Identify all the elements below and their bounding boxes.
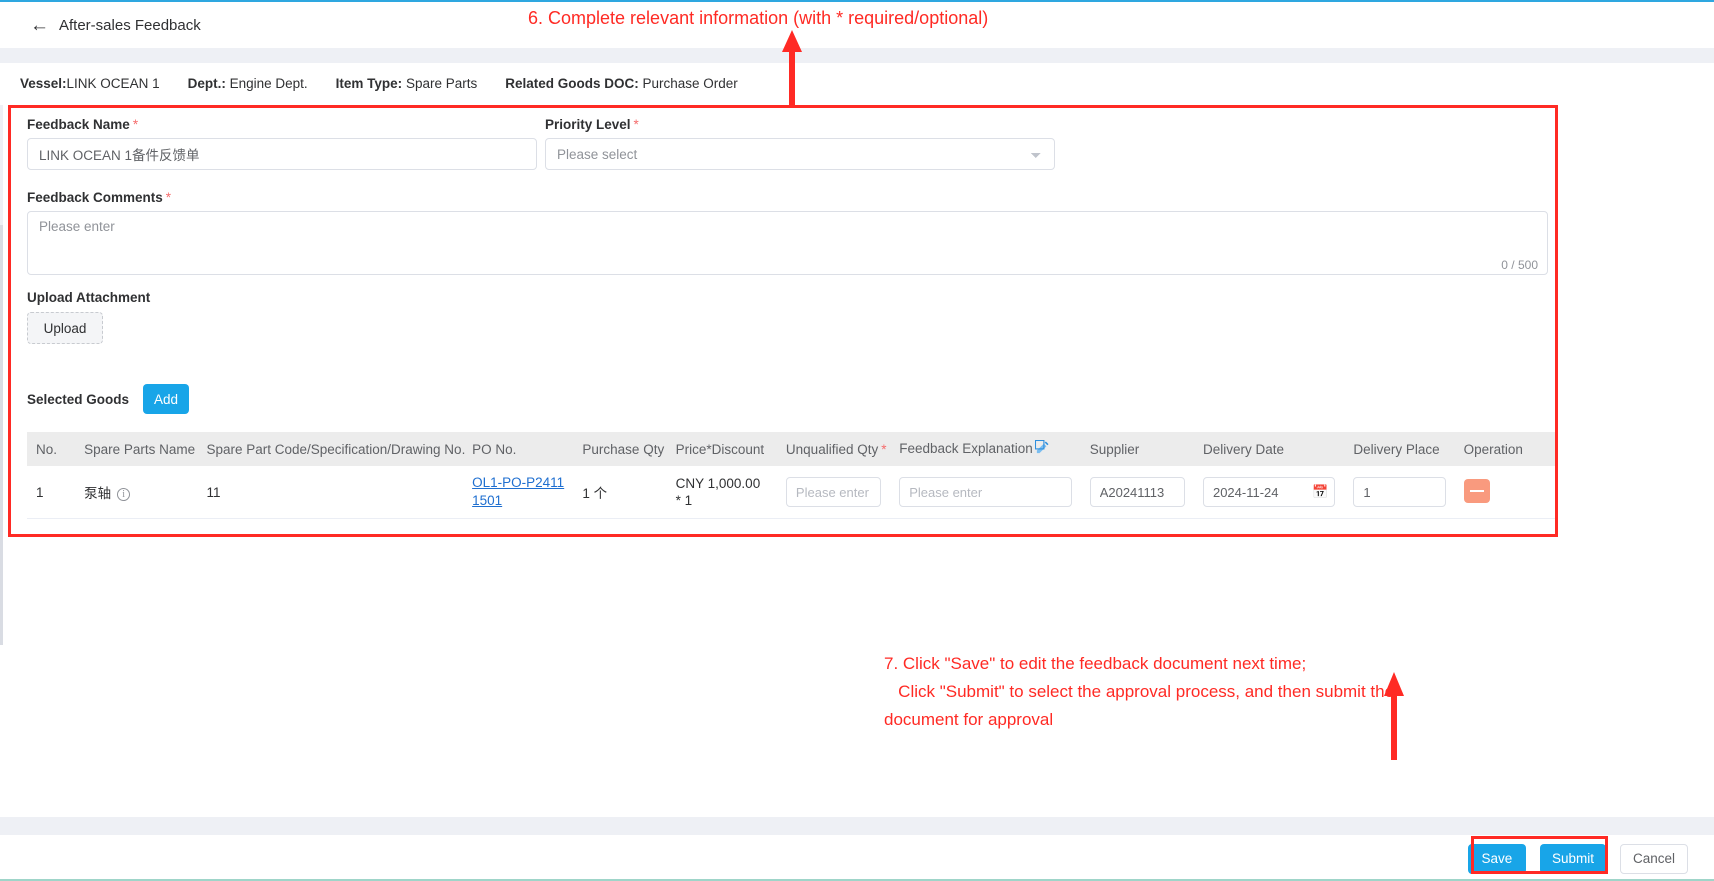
left-edge-strip-upper	[0, 105, 3, 225]
meta-item-type: Item Type: Spare Parts	[336, 76, 478, 91]
col-supplier: Supplier	[1080, 432, 1194, 466]
meta-related-doc: Related Goods DOC: Purchase Order	[505, 76, 738, 91]
selected-goods-title: Selected Goods	[27, 391, 130, 407]
table-header-row: No. Spare Parts Name Spare Part Code/Spe…	[27, 432, 1555, 466]
col-price-discount: Price*Discount	[666, 432, 777, 466]
feedback-explanation-input[interactable]	[899, 477, 1072, 507]
cell-delivery-date: 📅	[1193, 466, 1345, 519]
col-no: No.	[27, 432, 76, 466]
cell-unqualified-qty	[776, 466, 891, 519]
back-button[interactable]: ← After-sales Feedback	[30, 16, 201, 35]
meta-item-type-label: Item Type:	[335, 76, 403, 91]
table-row: 1 泵轴 i 11 OL1-PO-P24111501 1 个 CNY 1,000.…	[27, 466, 1555, 519]
upload-button[interactable]: Upload	[27, 312, 103, 344]
cell-no: 1	[27, 466, 76, 519]
header-separator-band	[0, 48, 1714, 63]
col-purchase-qty: Purchase Qty	[573, 432, 667, 466]
po-no-link[interactable]: OL1-PO-P24111501	[472, 474, 564, 510]
col-delivery-date: Delivery Date	[1193, 432, 1345, 466]
col-po-no: PO No.	[463, 432, 574, 466]
feedback-name-input[interactable]	[27, 138, 537, 170]
submit-button[interactable]: Submit	[1539, 843, 1606, 874]
cell-supplier	[1080, 466, 1194, 519]
meta-vessel-value: LINK OCEAN 1	[66, 76, 160, 91]
feedback-comments-label-text: Feedback Comments	[27, 190, 163, 205]
cell-spare-parts-name: 泵轴 i	[75, 466, 198, 519]
selected-goods-header: Selected Goods Add	[27, 384, 190, 414]
meta-related-doc-label: Related Goods DOC:	[505, 76, 639, 91]
annotation-step-7: 7. Click "Save" to edit the feedback doc…	[884, 654, 1395, 729]
info-icon[interactable]: i	[117, 488, 131, 501]
cell-purchase-qty: 1 个	[573, 466, 667, 519]
col-unqualified-qty-text: Unqualified Qty	[785, 441, 879, 457]
selected-goods-table-wrap: No. Spare Parts Name Spare Part Code/Spe…	[27, 432, 1555, 519]
priority-level-label: Priority Level *	[545, 117, 1055, 132]
feedback-name-label-text: Feedback Name	[27, 117, 130, 132]
delivery-date-input[interactable]	[1202, 477, 1336, 507]
meta-item-type-value: Spare Parts	[405, 76, 478, 91]
footer-action-bar: Save Submit Cancel	[0, 835, 1714, 881]
field-upload-attachment: Upload Attachment Upload	[27, 290, 150, 344]
meta-related-doc-value: Purchase Order	[642, 76, 738, 91]
meta-vessel: Vessel:LINK OCEAN 1	[20, 76, 160, 91]
add-goods-button[interactable]: Add	[143, 384, 190, 414]
feedback-comments-textarea[interactable]: Please enter 0 / 500	[27, 211, 1548, 275]
meta-dept: Dept.: Engine Dept.	[188, 76, 308, 91]
left-edge-strip-lower	[0, 225, 3, 645]
col-delivery-place: Delivery Place	[1344, 432, 1455, 466]
annotation-arrow-bottom	[1384, 672, 1404, 760]
field-priority-level: Priority Level * Please select	[545, 117, 1055, 170]
document-meta-bar: Vessel:LINK OCEAN 1 Dept.: Engine Dept. …	[0, 63, 1714, 105]
cell-feedback-explanation	[890, 466, 1081, 519]
batch-edit-icon[interactable]	[1034, 439, 1050, 458]
form-row-top: Feedback Name* Priority Level* Please se…	[27, 117, 1547, 170]
minus-remove-icon[interactable]	[1463, 479, 1490, 503]
col-feedback-explanation: Feedback Explanation	[890, 432, 1081, 466]
feedback-comments-placeholder: Please enter	[39, 219, 115, 234]
delivery-place-input[interactable]	[1353, 477, 1446, 507]
cell-spare-part-code: 11	[197, 466, 464, 519]
priority-level-required-mark: *	[633, 117, 639, 132]
supplier-input[interactable]	[1089, 477, 1185, 507]
meta-vessel-label: Vessel:	[20, 76, 67, 91]
priority-level-select[interactable]: Please select	[545, 138, 1055, 170]
selected-goods-table: No. Spare Parts Name Spare Part Code/Spe…	[27, 432, 1555, 519]
footer-separator-band	[0, 817, 1714, 835]
feedback-comments-label: Feedback Comments *	[27, 190, 1548, 205]
save-button[interactable]: Save	[1467, 843, 1526, 874]
col-spare-parts-name: Spare Parts Name	[75, 432, 198, 466]
col-operation: Operation	[1454, 432, 1555, 466]
meta-dept-label: Dept.:	[187, 76, 226, 91]
feedback-comments-counter: 0 / 500	[1501, 258, 1538, 272]
unqualified-qty-input[interactable]	[785, 477, 882, 507]
arrow-left-icon: ←	[30, 14, 49, 36]
field-feedback-name: Feedback Name *	[27, 117, 537, 170]
upload-attachment-label: Upload Attachment	[27, 290, 151, 305]
col-unqualified-qty: Unqualified Qty *	[776, 432, 891, 466]
feedback-comments-required-mark: *	[165, 190, 172, 205]
field-feedback-comments: Feedback Comments * Please enter 0 / 500	[27, 190, 1548, 275]
cell-po-no: OL1-PO-P24111501	[463, 466, 574, 519]
cell-operation	[1454, 466, 1555, 519]
col-feedback-explanation-text: Feedback Explanation	[899, 441, 1033, 456]
feedback-name-required-mark: *	[132, 117, 139, 132]
col-unqualified-qty-required-mark: *	[881, 441, 887, 457]
cell-spare-parts-name-text: 泵轴	[84, 486, 112, 501]
page-header: ← After-sales Feedback	[0, 2, 1714, 48]
cancel-button[interactable]: Cancel	[1619, 843, 1688, 874]
meta-dept-value: Engine Dept.	[229, 76, 308, 91]
cell-price-discount: CNY 1,000.00 * 1	[666, 466, 777, 519]
priority-level-label-text: Priority Level	[545, 117, 631, 132]
cell-delivery-place	[1344, 466, 1455, 519]
col-spare-part-code: Spare Part Code/Specification/Drawing No…	[197, 432, 465, 466]
page-title: After-sales Feedback	[59, 16, 201, 34]
feedback-name-label: Feedback Name *	[27, 117, 537, 132]
